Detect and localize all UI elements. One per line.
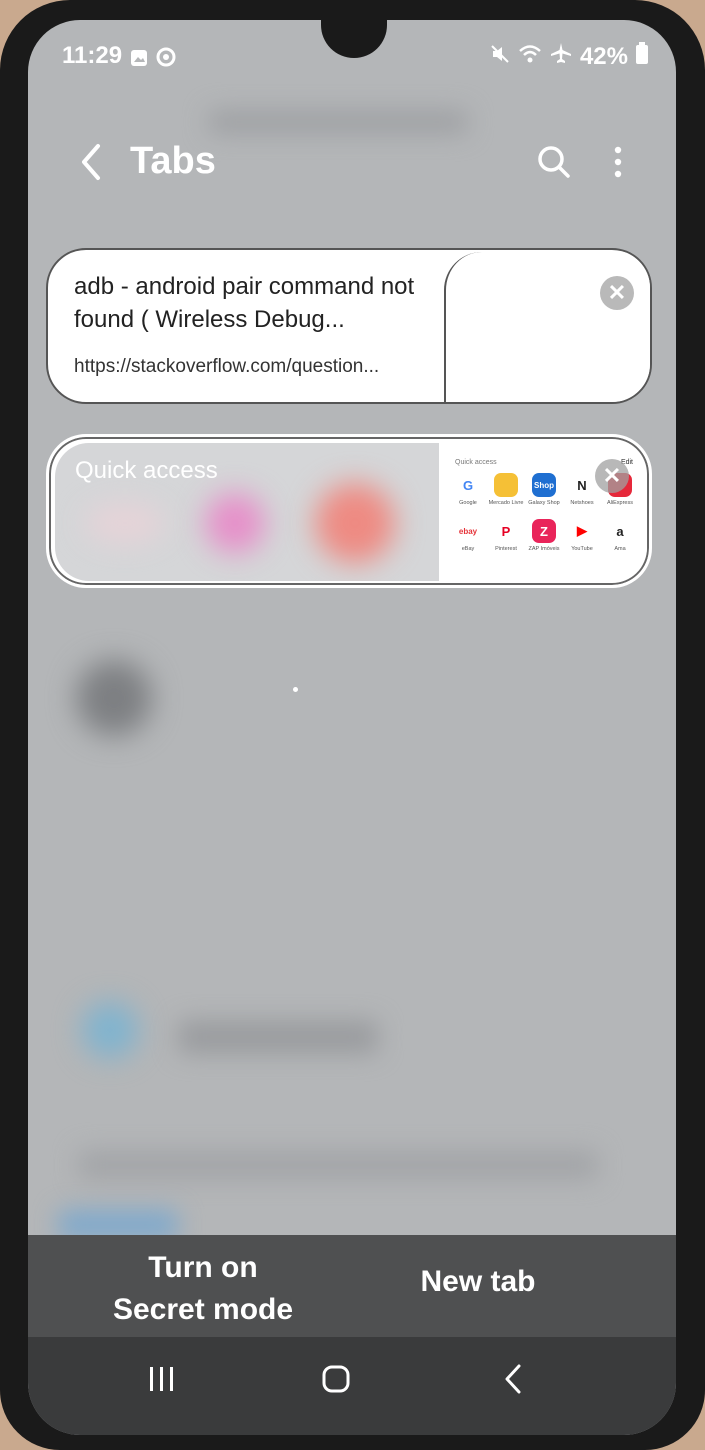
back-icon [505, 1364, 521, 1394]
nav-back-button[interactable] [484, 1357, 544, 1401]
circle-app-icon [156, 46, 176, 74]
status-right: 42% [490, 42, 648, 71]
quick-access-item: ▶ YouTube [563, 519, 601, 553]
quick-access-label: Galaxy Shop [528, 500, 560, 506]
more-options-button[interactable] [608, 144, 628, 185]
blurred-bg-shape [315, 483, 395, 563]
status-bar: 11:29 42% [28, 40, 676, 80]
quick-access-label: Mercado Livre [488, 500, 524, 506]
quick-access-app-icon [494, 473, 518, 497]
search-icon [538, 146, 570, 178]
tab-title: adb - android pair command not found ( W… [74, 273, 415, 333]
wifi-icon [518, 43, 542, 71]
secret-mode-line1: Turn on [148, 1251, 258, 1284]
quick-access-item: ebay eBay [449, 519, 487, 553]
secret-mode-line2: Secret mode [112, 1293, 294, 1326]
battery-icon [636, 42, 648, 71]
secret-mode-button[interactable]: Turn on Secret mode [88, 1247, 318, 1331]
blurred-bg-shape [178, 1020, 378, 1054]
close-tab-button[interactable]: ✕ [600, 276, 634, 310]
quick-access-label: Netshoes [570, 500, 594, 506]
quick-access-app-icon: G [456, 473, 480, 497]
tab-card-quick-access[interactable]: Quick access Quick access Edit G Google Me… [46, 434, 652, 588]
navigation-bar [28, 1337, 676, 1435]
tab-card-stackoverflow[interactable]: adb - android pair command not found ( W… [46, 248, 652, 404]
home-icon [322, 1365, 350, 1393]
blurred-bg-shape [76, 660, 152, 736]
loading-dot [293, 687, 298, 692]
bottom-action-bar: Turn on Secret mode New tab [28, 1235, 676, 1337]
blurred-bg-shape [85, 503, 165, 543]
tab-title: Quick access [75, 457, 218, 484]
quick-access-label: Pinterest [495, 546, 517, 552]
new-tab-button[interactable]: New tab [398, 1265, 558, 1299]
quick-access-label: eBay [461, 546, 475, 552]
quick-access-item: P Pinterest [487, 519, 525, 553]
quick-access-item: Shop Galaxy Shop [525, 473, 563, 507]
gallery-icon [130, 46, 148, 74]
airplane-icon [550, 42, 572, 71]
tab-preview-blurred: Quick access [55, 443, 439, 581]
quick-access-label: Google [459, 500, 477, 506]
blurred-bg-shape [205, 493, 265, 553]
quick-access-label: Ama [614, 546, 626, 552]
thumb-heading: Quick access [455, 459, 497, 466]
phone-frame: 11:29 42% Tabs adb - android pair comman… [0, 0, 705, 1450]
quick-access-app-icon: ▶ [570, 519, 594, 543]
app-bar: Tabs [28, 130, 676, 194]
tab-thumbnail [444, 252, 650, 402]
quick-access-app-icon: Shop [532, 473, 556, 497]
close-tab-button[interactable]: ✕ [595, 459, 629, 493]
screen: 11:29 42% Tabs adb - android pair comman… [28, 20, 676, 1435]
quick-access-app-icon: N [570, 473, 594, 497]
close-icon: ✕ [602, 463, 622, 488]
quick-access-item: G Google [449, 473, 487, 507]
quick-access-label: ZAP Imóveis [528, 546, 560, 552]
quick-access-item: Mercado Livre [487, 473, 525, 507]
back-button[interactable] [72, 140, 112, 184]
search-button[interactable] [536, 144, 572, 185]
battery-percent: 42% [579, 42, 628, 70]
page-title: Tabs [130, 140, 216, 182]
chevron-left-icon [82, 144, 100, 180]
quick-access-label: AliExpress [607, 500, 633, 506]
quick-access-item: Z ZAP Imóveis [525, 519, 563, 553]
tab-url: https://stackoverflow.com/question... [74, 356, 380, 377]
quick-access-app-icon: Z [532, 519, 556, 543]
blurred-bg-shape [78, 1150, 598, 1180]
close-icon: ✕ [607, 280, 627, 305]
mute-icon [490, 43, 510, 71]
home-button[interactable] [306, 1357, 366, 1401]
quick-access-app-icon: P [494, 519, 518, 543]
blurred-bg-shape [82, 1002, 138, 1058]
quick-access-app-icon: a [608, 519, 632, 543]
quick-access-app-icon: ebay [456, 519, 480, 543]
quick-access-label: YouTube [571, 546, 593, 552]
quick-access-item: a Ama [601, 519, 639, 553]
status-time: 11:29 [62, 42, 123, 69]
more-vert-icon [614, 146, 622, 178]
recents-icon [150, 1367, 173, 1391]
recents-button[interactable] [132, 1357, 192, 1401]
